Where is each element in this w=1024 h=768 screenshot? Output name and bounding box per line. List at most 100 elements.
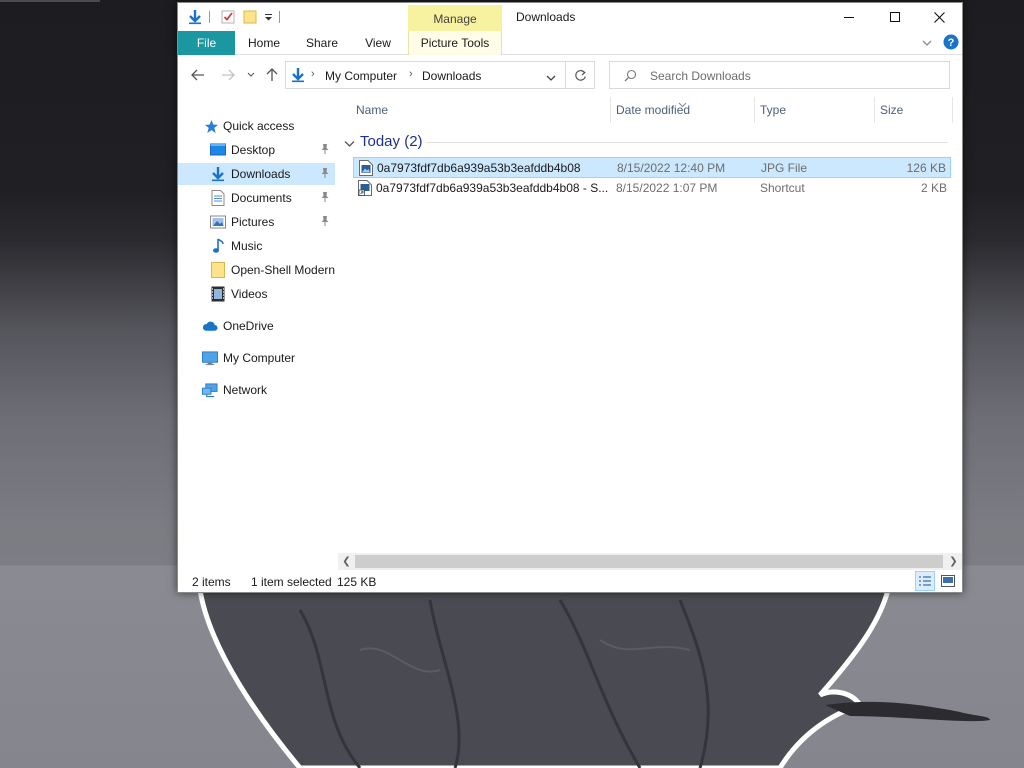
column-header-size[interactable]: Size — [880, 93, 950, 127]
refresh-button[interactable] — [566, 61, 595, 89]
nav-item-pictures[interactable]: Pictures — [178, 211, 335, 233]
new-folder-icon[interactable] — [240, 7, 260, 27]
scroll-right-icon[interactable]: ❯ — [945, 553, 962, 570]
desktop-folder-icon — [210, 142, 226, 158]
column-divider[interactable] — [952, 97, 953, 123]
file-type: JPG File — [761, 161, 808, 175]
minimize-button[interactable] — [826, 3, 872, 31]
back-button[interactable] — [186, 59, 210, 91]
qat-download-icon[interactable] — [184, 7, 206, 27]
tab-share[interactable]: Share — [298, 31, 346, 55]
file-type: Shortcut — [760, 181, 805, 195]
breadcrumb-separator-icon: › — [311, 68, 315, 80]
search-box[interactable]: Search Downloads — [609, 61, 950, 89]
nav-item-downloads[interactable]: Downloads — [178, 163, 335, 185]
computer-icon — [202, 350, 218, 366]
scrollbar-thumb[interactable] — [355, 555, 943, 568]
pin-icon[interactable] — [320, 143, 330, 158]
properties-icon[interactable] — [218, 7, 238, 27]
breadcrumb-downloads[interactable]: Downloads — [422, 69, 481, 83]
details-view-button[interactable] — [915, 571, 935, 591]
collapse-group-chevron-icon[interactable] — [344, 137, 355, 151]
close-button[interactable] — [916, 3, 962, 31]
maximize-icon — [890, 12, 900, 22]
folder-icon — [210, 262, 226, 278]
nav-label: Open-Shell Modern — [231, 263, 336, 277]
help-icon[interactable]: ? — [943, 34, 959, 53]
nav-item-network[interactable]: Network — [178, 379, 335, 401]
downloads-location-icon — [290, 67, 306, 86]
nav-item-open-shell-modern[interactable]: Open-Shell Modern — [178, 259, 335, 281]
navigation-bar: › My Computer › Downloads Search Downloa… — [178, 59, 962, 91]
nav-item-desktop[interactable]: Desktop — [178, 139, 335, 161]
file-size: 126 KB — [906, 161, 946, 175]
qat-separator — [209, 11, 210, 23]
search-placeholder: Search Downloads — [650, 69, 751, 83]
nav-label: OneDrive — [223, 319, 274, 333]
status-item-count: 2 items — [192, 575, 231, 589]
nav-label: My Computer — [223, 351, 296, 365]
nav-item-music[interactable]: Music — [178, 235, 335, 257]
details-view-icon — [919, 576, 931, 586]
large-icons-view-button[interactable] — [938, 571, 958, 591]
qat-customize-icon[interactable] — [262, 7, 274, 27]
back-arrow-icon — [191, 69, 204, 81]
nav-item-my-computer[interactable]: My Computer — [178, 347, 335, 369]
qat-separator — [279, 11, 280, 23]
nav-label: Videos — [231, 287, 268, 301]
column-header-type[interactable]: Type — [760, 93, 870, 127]
file-name: 0a7973fdf7db6a939a53b3eafddb4b08 - S... — [376, 181, 609, 195]
file-explorer-window: Manage Downloads File Home Share View Pi… — [177, 2, 963, 593]
network-icon — [202, 382, 218, 398]
nav-label: Network — [223, 383, 268, 397]
shortcut-file-icon — [358, 180, 372, 196]
address-bar[interactable]: › My Computer › Downloads — [285, 61, 566, 89]
column-divider[interactable] — [874, 97, 875, 123]
breadcrumb-my-computer[interactable]: My Computer — [325, 69, 397, 83]
group-header-today[interactable]: Today (2) — [342, 131, 954, 153]
up-button[interactable] — [261, 59, 283, 91]
pin-icon[interactable] — [320, 191, 330, 206]
svg-text:?: ? — [948, 37, 955, 49]
refresh-icon — [574, 69, 586, 81]
film-icon — [210, 286, 226, 302]
cloud-icon — [202, 318, 218, 334]
music-note-icon — [210, 238, 226, 254]
manage-context-tab[interactable]: Manage — [408, 5, 502, 33]
file-row[interactable]: 0a7973fdf7db6a939a53b3eafddb4b08 8/15/20… — [353, 157, 951, 178]
pin-icon[interactable] — [320, 167, 330, 182]
expand-ribbon-chevron-icon[interactable] — [922, 37, 932, 51]
file-row[interactable]: 0a7973fdf7db6a939a53b3eafddb4b08 - S... … — [353, 178, 951, 199]
pictures-icon — [210, 214, 226, 230]
address-history-chevron-icon[interactable] — [546, 71, 556, 85]
maximize-button[interactable] — [872, 3, 918, 31]
recent-locations-button[interactable] — [243, 59, 259, 91]
column-divider[interactable] — [754, 97, 755, 123]
column-headers: Name Date modified Type Size — [342, 93, 954, 127]
tab-home[interactable]: Home — [240, 31, 288, 55]
window-title: Downloads — [516, 10, 576, 24]
tab-view[interactable]: View — [354, 31, 402, 55]
nav-item-videos[interactable]: Videos — [178, 283, 335, 305]
status-bar: 2 items 1 item selected 125 KB — [178, 571, 962, 593]
tab-picture-tools[interactable]: Picture Tools — [408, 31, 502, 55]
column-divider[interactable] — [610, 97, 611, 123]
pin-icon[interactable] — [320, 215, 330, 230]
search-icon — [624, 69, 637, 85]
group-divider — [426, 142, 948, 143]
close-icon — [933, 11, 945, 23]
nav-label: Quick access — [223, 119, 295, 133]
forward-button[interactable] — [216, 59, 240, 91]
file-size: 2 KB — [920, 181, 947, 195]
horizontal-scrollbar[interactable]: ❮ ❯ — [338, 553, 962, 570]
nav-item-onedrive[interactable]: OneDrive — [178, 315, 335, 337]
tab-file[interactable]: File — [178, 31, 235, 55]
nav-item-documents[interactable]: Documents — [178, 187, 335, 209]
scroll-left-icon[interactable]: ❮ — [338, 553, 355, 570]
column-header-name[interactable]: Name — [356, 93, 606, 127]
nav-label: Desktop — [231, 143, 276, 157]
image-file-icon — [359, 160, 373, 176]
star-icon — [203, 118, 219, 134]
status-selection: 1 item selected — [251, 575, 332, 589]
nav-item-quick-access[interactable]: Quick access — [178, 115, 335, 137]
